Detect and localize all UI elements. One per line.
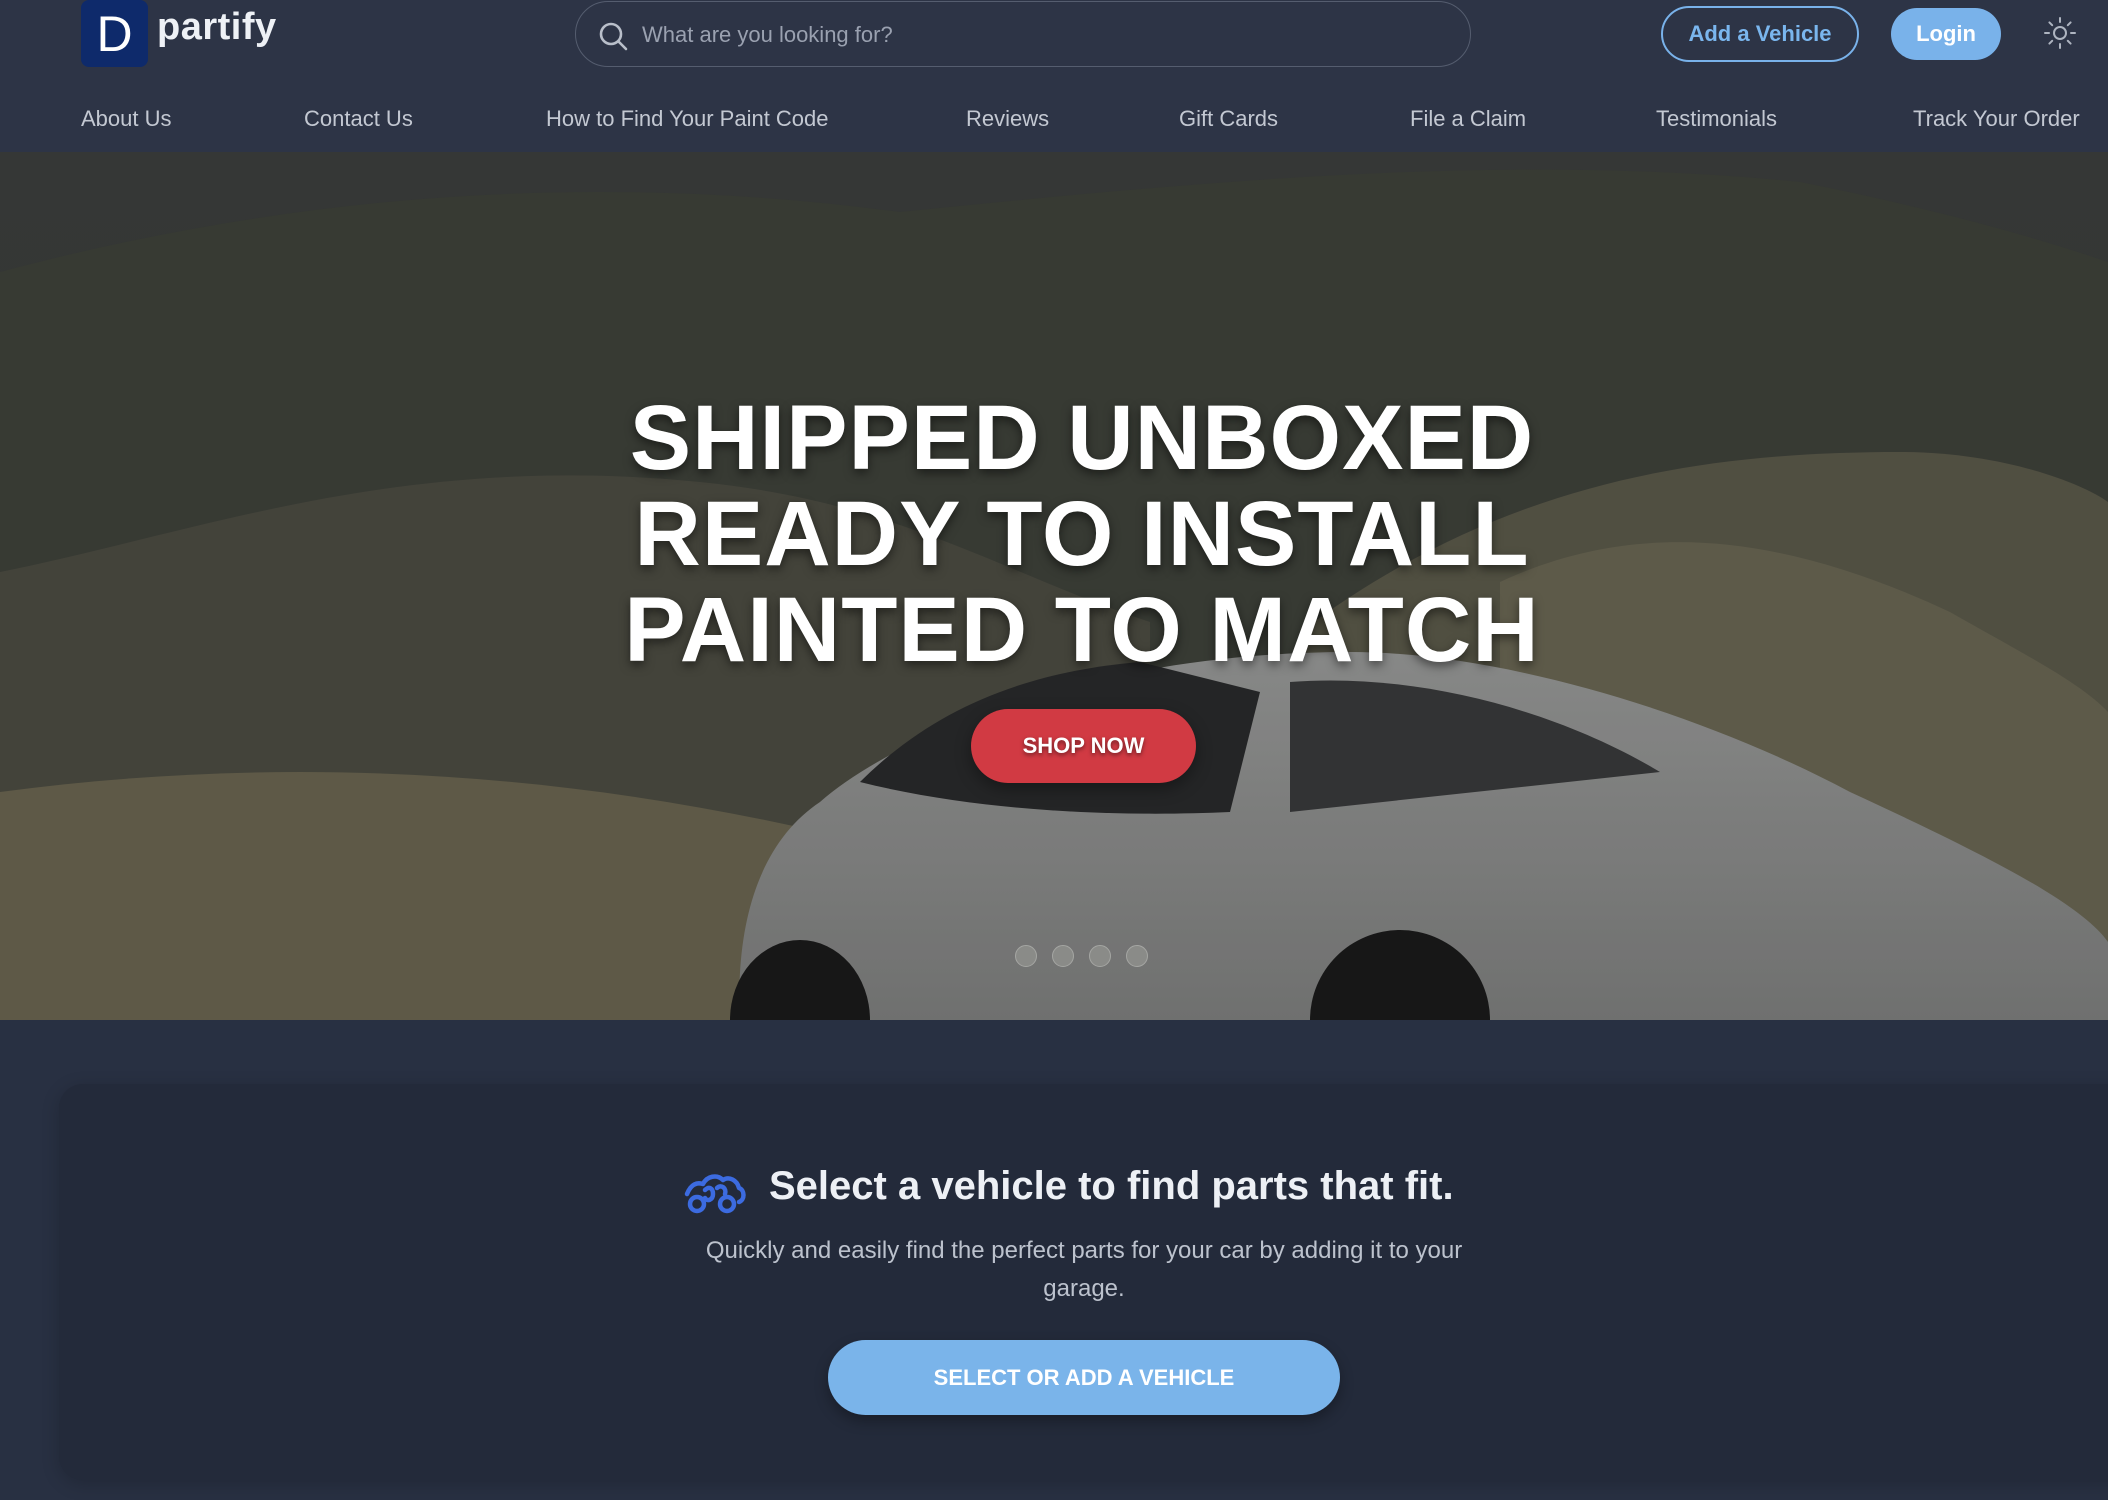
hero-carousel: SHIPPED UNBOXED READY TO INSTALL PAINTED… [0, 152, 2108, 1020]
nav-item-file-claim[interactable]: File a Claim [1410, 106, 1526, 132]
vehicle-card-title-row: Select a vehicle to find parts that fit. [0, 1156, 2108, 1216]
hero-line-2: READY TO INSTALL [634, 483, 1530, 585]
shop-now-button[interactable]: SHOP NOW [971, 709, 1196, 783]
search-bar[interactable] [575, 1, 1471, 67]
logo-wordmark[interactable]: partify [157, 6, 277, 49]
hero-line-3: PAINTED TO MATCH [624, 579, 1540, 681]
nav-item-reviews[interactable]: Reviews [966, 106, 1049, 132]
search-input[interactable] [640, 12, 1444, 58]
car-icon [684, 1174, 746, 1214]
search-icon [599, 22, 628, 51]
vehicle-section: Select a vehicle to find parts that fit.… [0, 1020, 2108, 1500]
main-nav: About Us Contact Us How to Find Your Pai… [0, 96, 2108, 146]
site-header: D partify Add a Vehicle Login About Us C… [0, 0, 2108, 152]
vehicle-card-subtitle: Quickly and easily find the perfect part… [705, 1237, 1463, 1302]
nav-item-contact-us[interactable]: Contact Us [304, 106, 413, 132]
vehicle-card-title: Select a vehicle to find parts that fit. [769, 1164, 1454, 1208]
carousel-dot-4[interactable] [1126, 945, 1148, 967]
hero-headline: SHIPPED UNBOXED READY TO INSTALL PAINTED… [0, 390, 2108, 678]
nav-item-about-us[interactable]: About Us [81, 106, 172, 132]
nav-item-gift-cards[interactable]: Gift Cards [1179, 106, 1278, 132]
carousel-dot-3[interactable] [1089, 945, 1111, 967]
logo-mark[interactable]: D [81, 0, 148, 67]
carousel-dot-2[interactable] [1052, 945, 1074, 967]
nav-item-track-order[interactable]: Track Your Order [1913, 106, 2080, 132]
login-button[interactable]: Login [1891, 8, 2001, 60]
nav-item-testimonials[interactable]: Testimonials [1656, 106, 1777, 132]
nav-item-paint-code[interactable]: How to Find Your Paint Code [546, 106, 829, 132]
sun-icon[interactable] [2043, 16, 2077, 50]
select-vehicle-button[interactable]: SELECT OR ADD A VEHICLE [828, 1340, 1340, 1415]
add-vehicle-button[interactable]: Add a Vehicle [1661, 6, 1859, 62]
hero-line-1: SHIPPED UNBOXED [629, 387, 1535, 489]
carousel-dot-1[interactable] [1015, 945, 1037, 967]
